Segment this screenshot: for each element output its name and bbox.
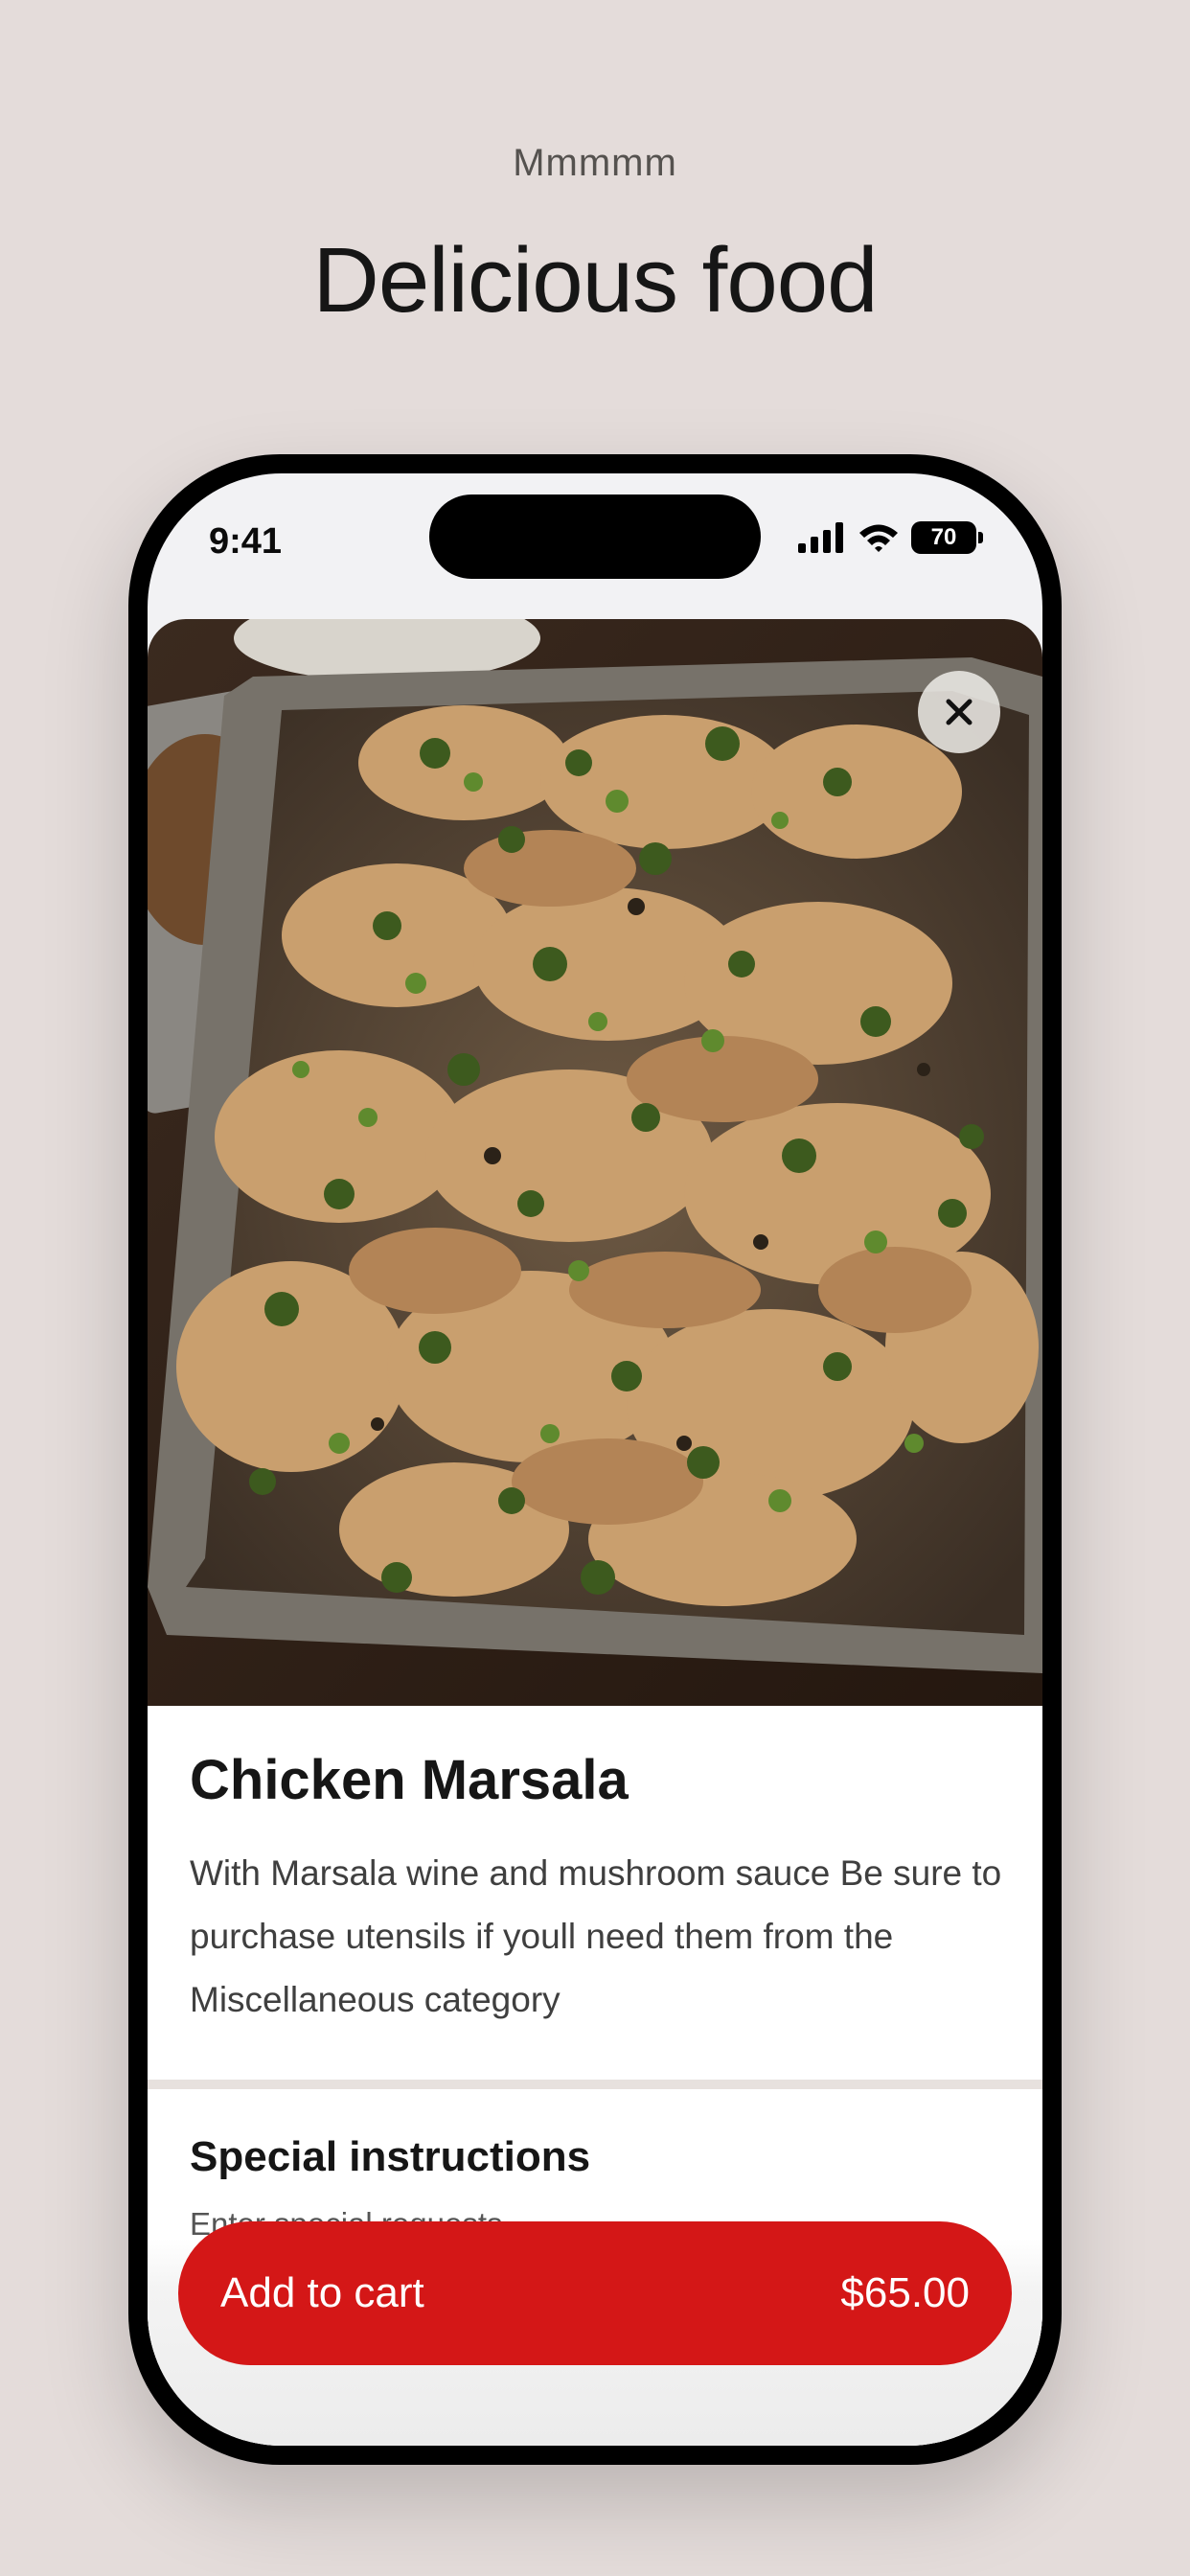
phone-screen: 9:41 70 Chicken Marsala With Marsala win… bbox=[148, 473, 1042, 2446]
battery-icon: 70 bbox=[911, 521, 983, 554]
battery-level: 70 bbox=[911, 521, 976, 554]
cellular-signal-icon bbox=[798, 522, 843, 553]
promo-eyebrow: Mmmmm bbox=[513, 142, 677, 184]
dynamic-island bbox=[429, 494, 761, 579]
phone-frame: 9:41 70 Chicken Marsala With Marsala win… bbox=[128, 454, 1062, 2465]
product-title: Chicken Marsala bbox=[190, 1749, 629, 1811]
close-button[interactable] bbox=[918, 671, 1000, 753]
special-instructions-label: Special instructions bbox=[190, 2133, 591, 2180]
add-to-cart-label: Add to cart bbox=[220, 2269, 424, 2316]
product-description: With Marsala wine and mushroom sauce Be … bbox=[190, 1853, 1002, 2019]
food-photo bbox=[148, 619, 1042, 1706]
cart-price: $65.00 bbox=[840, 2269, 970, 2316]
add-to-cart-button[interactable]: Add to cart $65.00 bbox=[178, 2221, 1012, 2365]
product-sheet: Chicken Marsala With Marsala wine and mu… bbox=[148, 619, 1042, 2446]
close-icon bbox=[946, 699, 973, 725]
status-icons: 70 bbox=[798, 521, 983, 554]
battery-cap bbox=[978, 532, 983, 543]
section-divider bbox=[148, 2080, 1042, 2089]
wifi-icon bbox=[859, 524, 898, 552]
status-time: 9:41 bbox=[209, 521, 283, 562]
promo-headline: Delicious food bbox=[312, 229, 879, 332]
status-bar: 9:41 70 bbox=[148, 473, 1042, 617]
